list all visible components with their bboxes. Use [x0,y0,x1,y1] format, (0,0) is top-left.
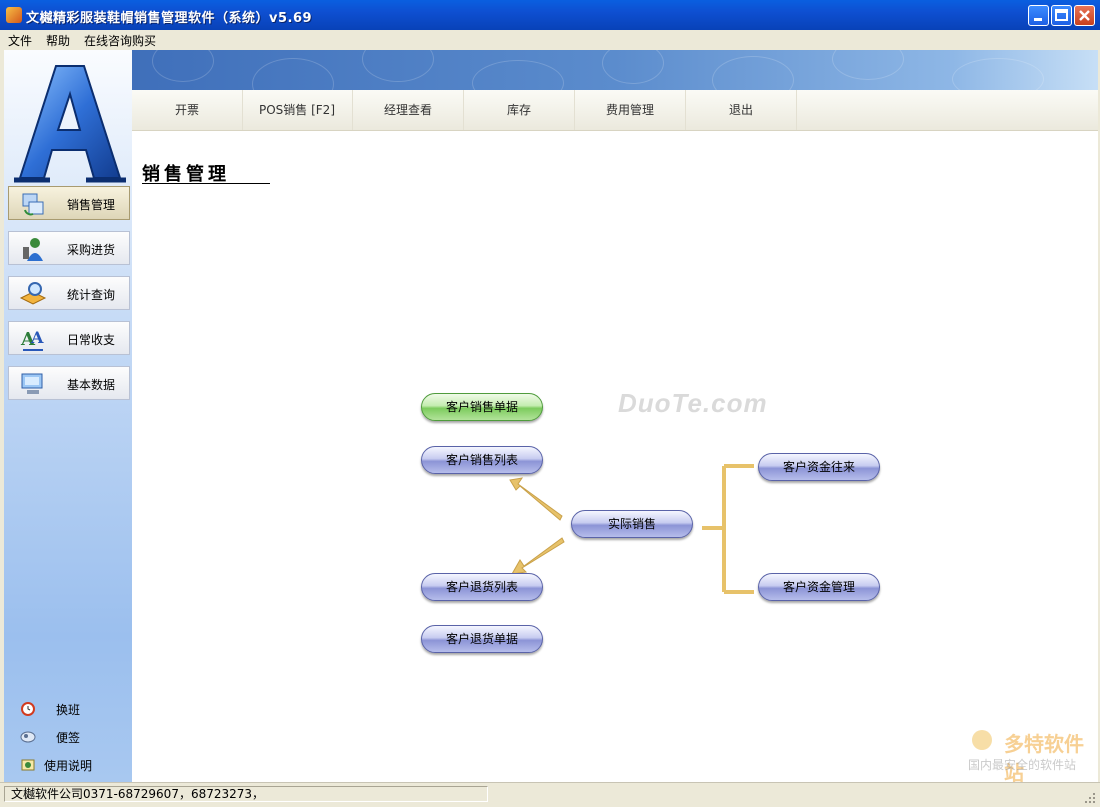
minimize-button[interactable] [1028,5,1049,26]
nav-basic-data[interactable]: 基本数据 [8,366,130,400]
menu-online-purchase[interactable]: 在线咨询购买 [76,30,162,49]
computer-icon [21,373,43,394]
arrow-to-return-list [511,537,565,575]
menu-bar: 文件 帮助 在线咨询购买 [0,30,1100,50]
nav-purchase[interactable]: 采购进货 [8,231,130,265]
maximize-button[interactable] [1051,5,1072,26]
arrow-to-sales-list [509,477,563,521]
actual-sales-button[interactable]: 实际销售 [571,510,693,538]
customer-funds-flow-button[interactable]: 客户资金往来 [758,453,880,481]
help-icon [21,759,35,771]
title-bar: 文樾精彩服装鞋帽销售管理软件（系统）v5.69 [0,0,1100,30]
svg-text:A: A [30,328,44,347]
close-icon [1079,10,1090,21]
minimize-icon [1034,18,1042,21]
alarm-clock-icon [21,702,35,716]
close-button[interactable] [1074,5,1095,26]
nav-sales-management[interactable]: 销售管理 [8,186,130,220]
purchase-icon [23,238,43,261]
note-icon [20,731,36,743]
status-text: 文樾软件公司0371-68729607，68723273， [4,786,488,802]
sidebar: 销售管理 采购进货 统计查询 AA 日常收支 基本数据 换班 便签 使用说明 [4,50,133,782]
daily-finance-icon: AA [20,328,44,351]
menu-file[interactable]: 文件 [0,30,38,49]
customer-funds-mgmt-button[interactable]: 客户资金管理 [758,573,880,601]
app-icon [6,7,22,23]
customer-return-list-button[interactable]: 客户退货列表 [421,573,543,601]
menu-help[interactable]: 帮助 [38,30,76,49]
app-logo [14,65,126,183]
nav-statistics[interactable]: 统计查询 [8,276,130,310]
resize-grip-icon[interactable] [1084,792,1096,804]
duote-logo-watermark: 多特软件站 国内最安全的软件站 [964,728,1094,785]
duote-logo-icon [972,730,992,750]
nav-daily-finance[interactable]: AA 日常收支 [8,321,130,355]
sales-icon [22,193,44,216]
window-title: 文樾精彩服装鞋帽销售管理软件（系统）v5.69 [26,11,313,26]
customer-return-doc-button[interactable]: 客户退货单据 [421,625,543,653]
bracket-connector [702,464,754,594]
customer-sales-list-button[interactable]: 客户销售列表 [421,446,543,474]
main-panel: 开票 POS销售 [F2] 经理查看 库存 费用管理 退出 销售管理 DuoTe… [132,50,1098,785]
status-bar: 文樾软件公司0371-68729607，68723273， [0,782,1100,807]
duote-watermark: DuoTe.com [618,388,768,418]
flow-connectors [509,464,754,594]
statistics-icon [19,282,47,305]
maximize-icon [1055,9,1068,21]
customer-sales-doc-button[interactable]: 客户销售单据 [421,393,543,421]
